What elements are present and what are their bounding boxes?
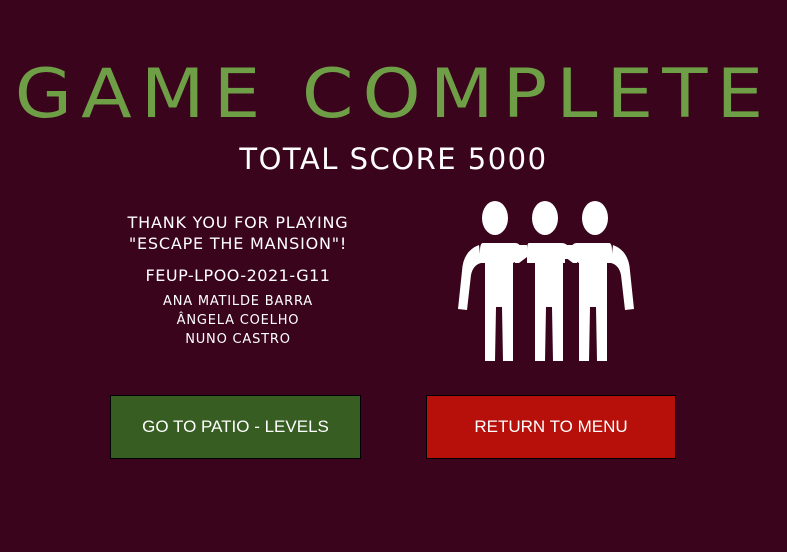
person-body-right [571,243,612,361]
total-score: TOTAL SCORE 5000 [239,142,548,176]
people-group-icon [455,199,637,362]
thank-you-message: THANK YOU FOR PLAYING "ESCAPE THE MANSIO… [100,212,376,254]
return-to-menu-button[interactable]: RETURN TO MENU [426,395,676,459]
person-head-center [532,201,558,235]
person-arm-left [458,245,481,310]
person-body-left [480,243,521,361]
thank-you-line-1: THANK YOU FOR PLAYING [127,213,349,232]
author-name: ANA MATILDE BARRA [163,294,313,309]
person-head-right [582,201,608,235]
person-body-center [527,243,569,361]
person-arm-right [611,245,634,310]
person-head-left [482,201,508,235]
author-names: ANA MATILDE BARRA ÂNGELA COELHO NUNO CAS… [100,292,376,349]
thank-you-line-2: "ESCAPE THE MANSION"! [128,234,348,253]
game-complete-title: GAME COMPLETE [14,54,773,134]
credits-block: THANK YOU FOR PLAYING "ESCAPE THE MANSIO… [100,212,376,349]
go-to-patio-levels-button[interactable]: GO TO PATIO - LEVELS [110,395,361,459]
author-name: ÂNGELA COELHO [176,313,300,328]
author-name: NUNO CASTRO [185,332,291,347]
group-code: FEUP-LPOO-2021-G11 [145,266,331,285]
